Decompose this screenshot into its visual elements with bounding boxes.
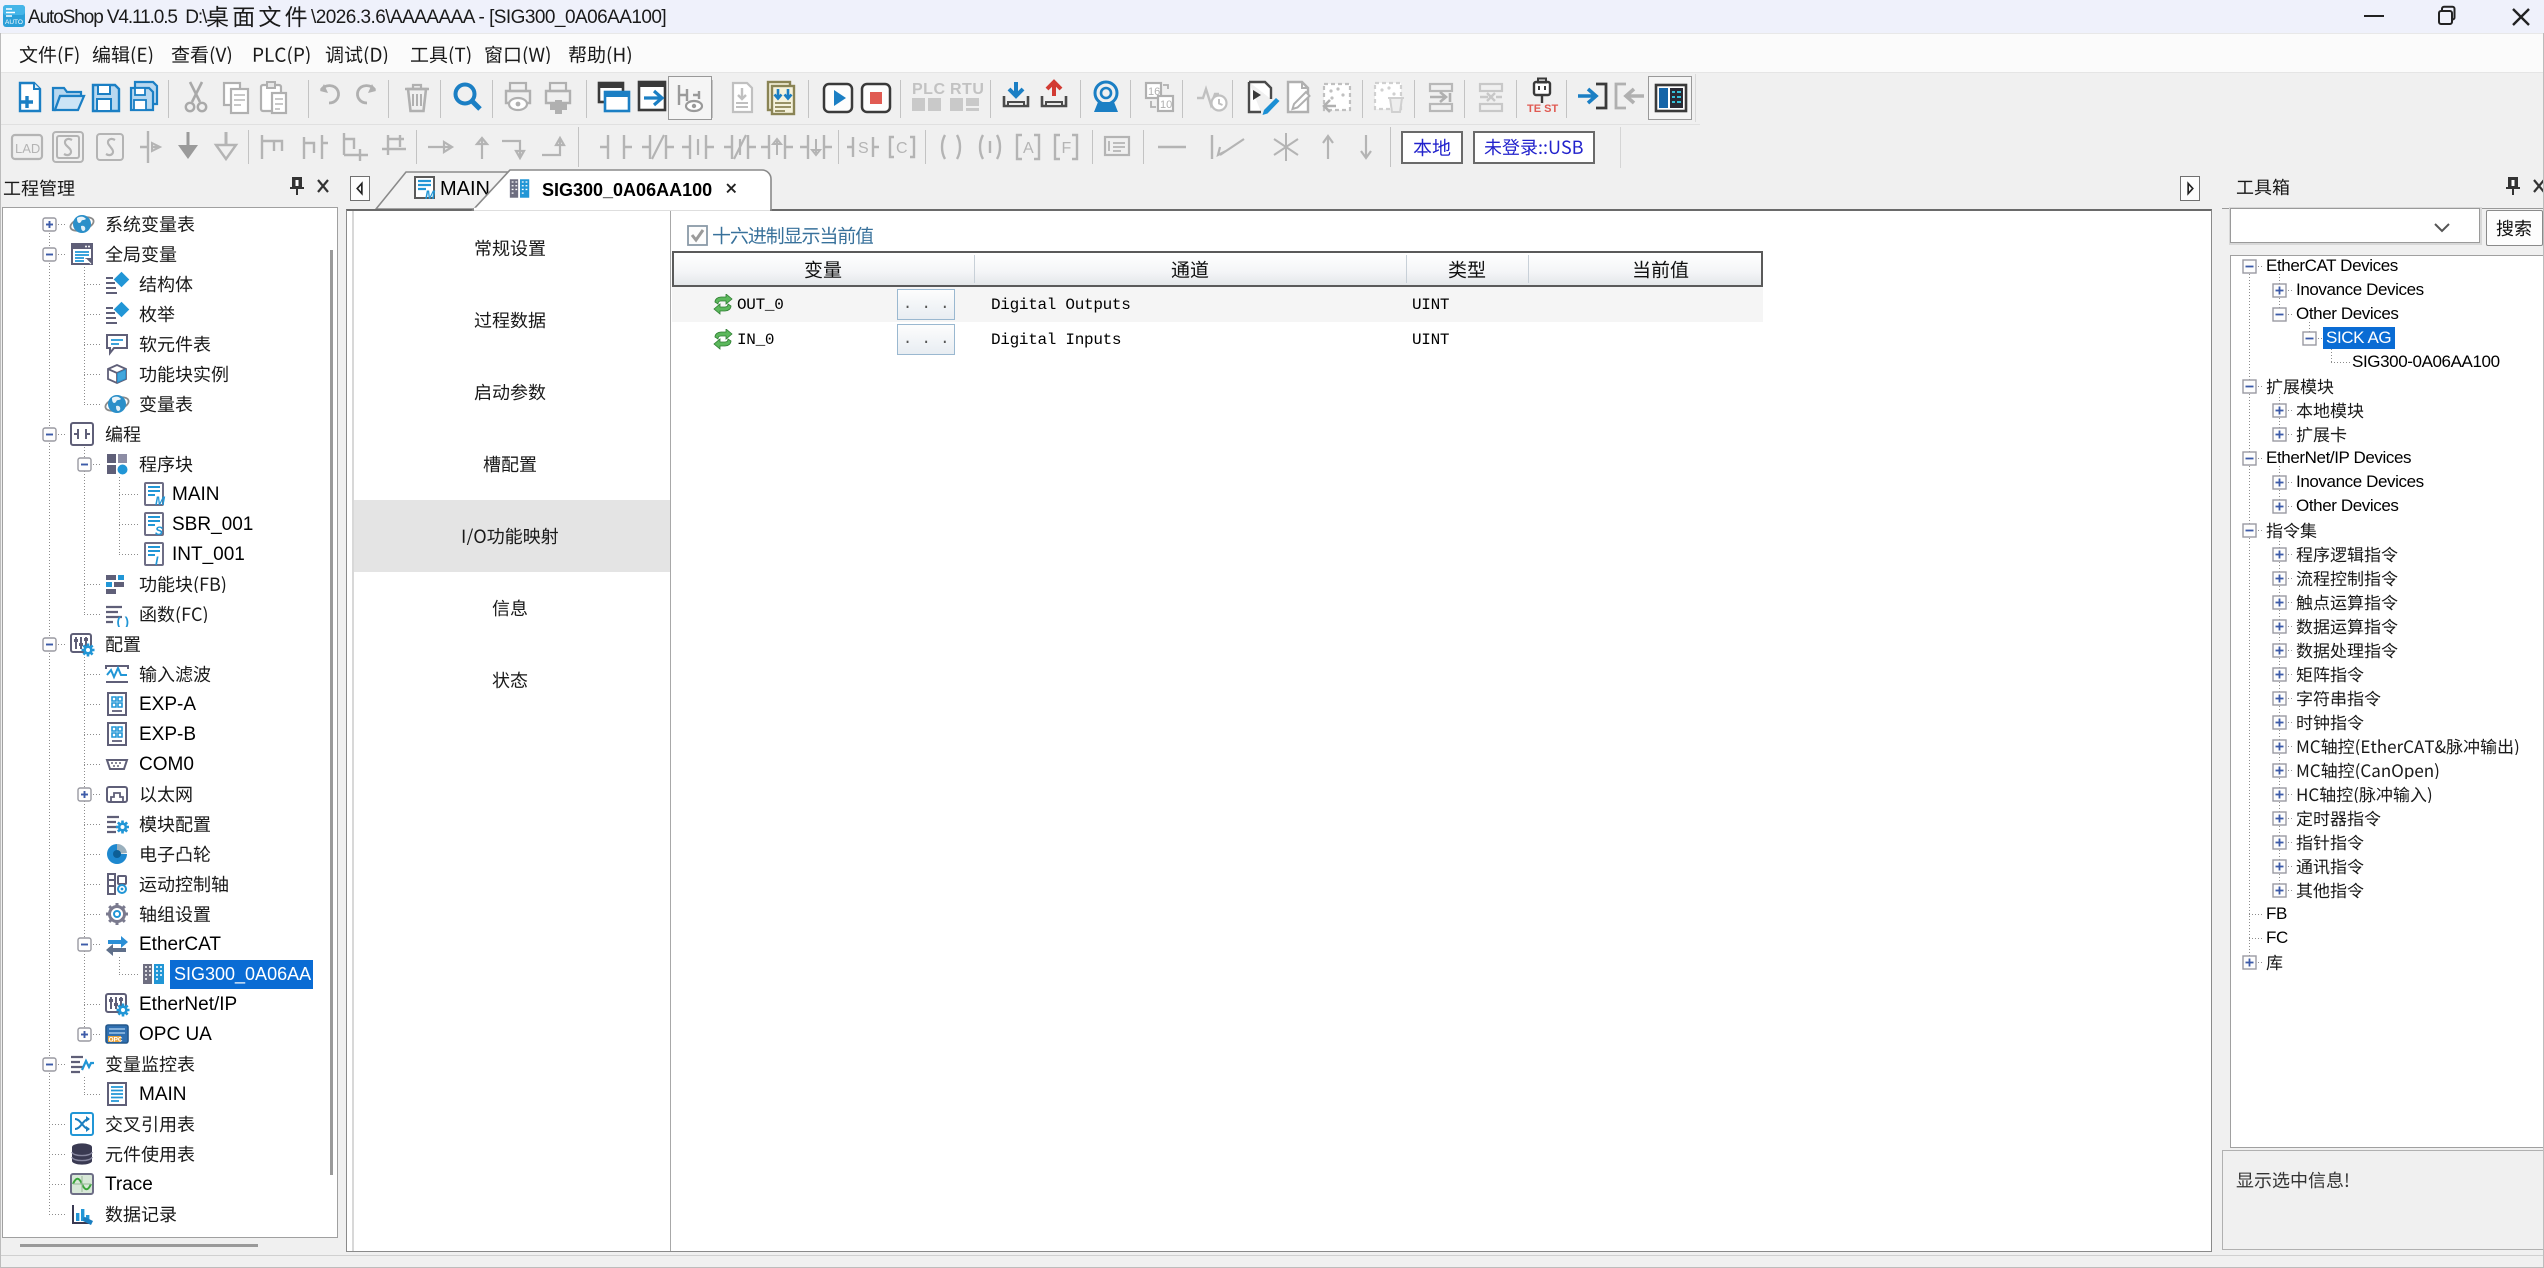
svg-text:M: M bbox=[155, 494, 166, 507]
svg-text:A: A bbox=[1023, 140, 1034, 157]
svg-text:C: C bbox=[896, 140, 908, 157]
svg-text:TE ST: TE ST bbox=[1527, 103, 1558, 115]
svg-text:RTU: RTU bbox=[950, 81, 984, 98]
svg-text:S: S bbox=[155, 524, 163, 537]
svg-text:PLC: PLC bbox=[912, 81, 946, 98]
svg-text:AUTO: AUTO bbox=[5, 19, 23, 26]
svg-text:M: M bbox=[425, 188, 436, 200]
svg-text:F: F bbox=[1062, 140, 1072, 157]
svg-text:S: S bbox=[858, 140, 869, 157]
svg-text:(): () bbox=[115, 615, 130, 627]
svg-text:LAD: LAD bbox=[15, 141, 40, 156]
svg-text:10: 10 bbox=[1160, 99, 1172, 111]
svg-text:OPC: OPC bbox=[109, 1037, 123, 1044]
